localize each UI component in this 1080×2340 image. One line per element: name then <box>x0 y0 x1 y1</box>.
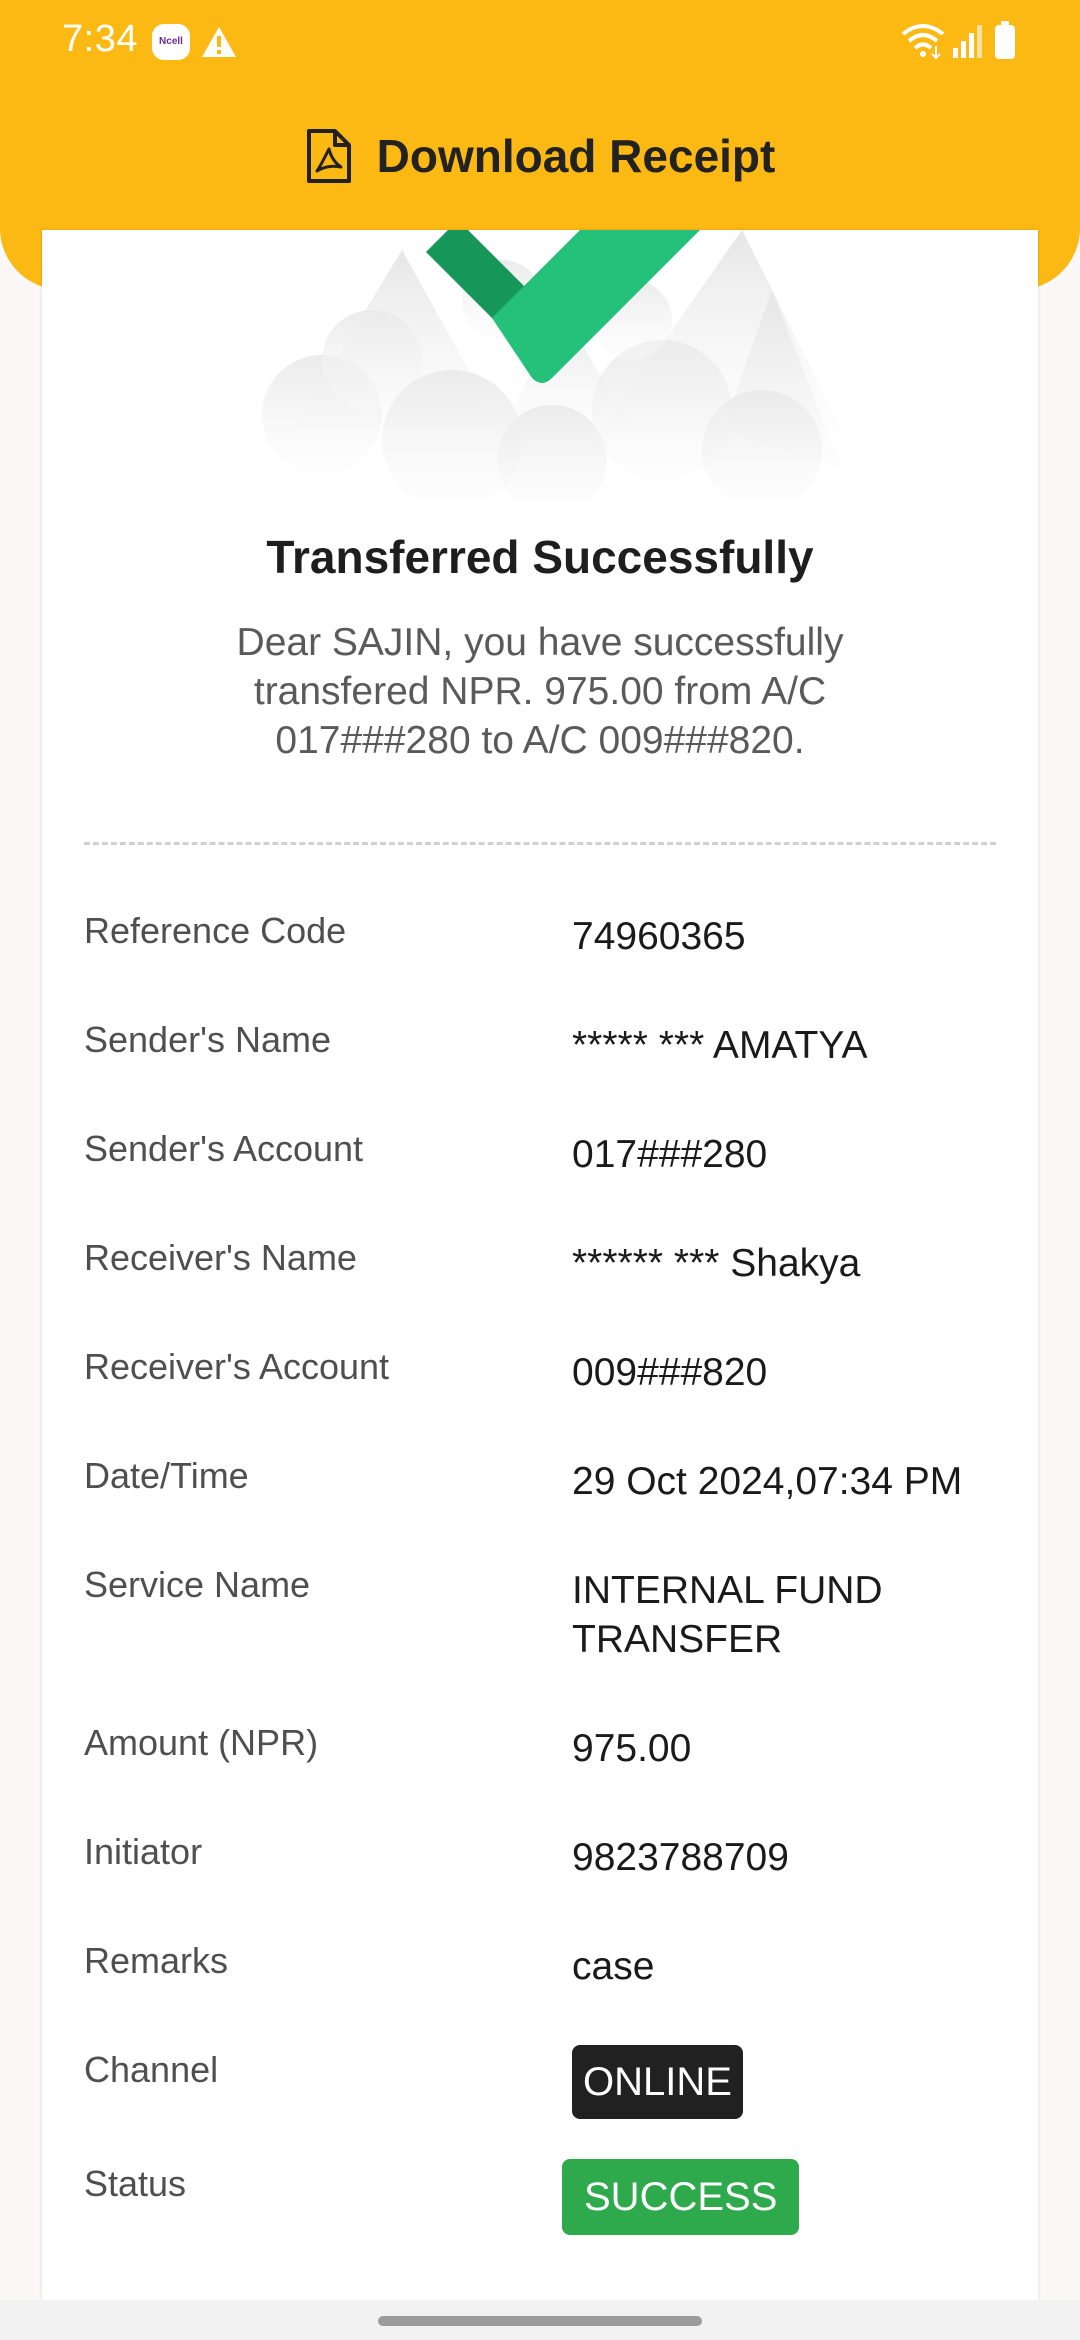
detail-row-service-name: Service Name INTERNAL FUND TRANSFER <box>84 1564 1004 1664</box>
detail-value: 9823788709 <box>572 1836 789 1879</box>
status-badge: SUCCESS <box>562 2159 800 2235</box>
detail-value: 975.00 <box>572 1727 692 1770</box>
detail-value: case <box>572 1945 655 1988</box>
home-indicator[interactable] <box>378 2316 702 2326</box>
detail-label: Status <box>84 2163 187 2204</box>
download-receipt-button[interactable]: Download Receipt <box>0 120 1080 192</box>
detail-value: ***** *** AMATYA <box>572 1024 868 1067</box>
status-time: 7:34 <box>62 18 138 60</box>
detail-label: Service Name <box>84 1564 311 1605</box>
warning-icon <box>202 27 236 57</box>
receipt-card: Transferred Successfully Dear SAJIN, you… <box>42 230 1038 2340</box>
detail-row-channel: Channel ONLINE <box>84 2045 1004 2119</box>
detail-value: INTERNAL FUND TRANSFER <box>572 1569 883 1661</box>
success-title: Transferred Successfully <box>266 531 814 583</box>
detail-label: Reference Code <box>84 910 347 951</box>
detail-value: ****** *** Shakya <box>572 1242 861 1285</box>
page-title: Download Receipt <box>376 130 776 182</box>
detail-label: Sender's Account <box>84 1128 364 1169</box>
status-bar: 7:34 Ncell <box>0 0 1080 84</box>
detail-label: Amount (NPR) <box>84 1722 319 1763</box>
divider <box>84 842 996 845</box>
detail-label: Initiator <box>84 1831 203 1872</box>
detail-value: 017###280 <box>572 1133 768 1176</box>
detail-row-status: Status SUCCESS <box>84 2159 1004 2235</box>
battery-icon <box>995 21 1015 59</box>
detail-label: Date/Time <box>84 1455 249 1496</box>
detail-label: Receiver's Account <box>84 1346 390 1387</box>
detail-value: 009###820 <box>572 1351 768 1394</box>
detail-row-date-time: Date/Time 29 Oct 2024,07:34 PM <box>84 1455 1004 1506</box>
detail-row-receiver-name: Receiver's Name ****** *** Shakya <box>84 1237 1004 1288</box>
signal-icon <box>953 25 982 58</box>
detail-label: Receiver's Name <box>84 1237 357 1278</box>
ncell-icon: Ncell <box>152 24 190 60</box>
detail-label: Remarks <box>84 1940 229 1981</box>
detail-value: 29 Oct 2024,07:34 PM <box>572 1460 963 1503</box>
transaction-details: Reference Code 74960365 Sender's Name **… <box>84 910 1004 2279</box>
wifi-icon <box>901 24 945 60</box>
pdf-file-icon <box>306 129 351 183</box>
detail-row-remarks: Remarks case <box>84 1940 1004 1991</box>
navigation-bar <box>0 2300 1080 2340</box>
success-message: Dear SAJIN, you have successfully transf… <box>236 621 844 762</box>
detail-row-amount: Amount (NPR) 975.00 <box>84 1722 1004 1773</box>
success-checkmark-icon <box>262 230 842 500</box>
detail-row-reference-code: Reference Code 74960365 <box>84 910 1004 961</box>
detail-value: 74960365 <box>572 915 746 958</box>
detail-row-receiver-account: Receiver's Account 009###820 <box>84 1346 1004 1397</box>
detail-label: Channel <box>84 2049 219 2090</box>
detail-row-initiator: Initiator 9823788709 <box>84 1831 1004 1882</box>
detail-row-sender-account: Sender's Account 017###280 <box>84 1128 1004 1179</box>
detail-row-sender-name: Sender's Name ***** *** AMATYA <box>84 1019 1004 1070</box>
channel-badge: ONLINE <box>572 2045 743 2119</box>
detail-label: Sender's Name <box>84 1019 331 1060</box>
